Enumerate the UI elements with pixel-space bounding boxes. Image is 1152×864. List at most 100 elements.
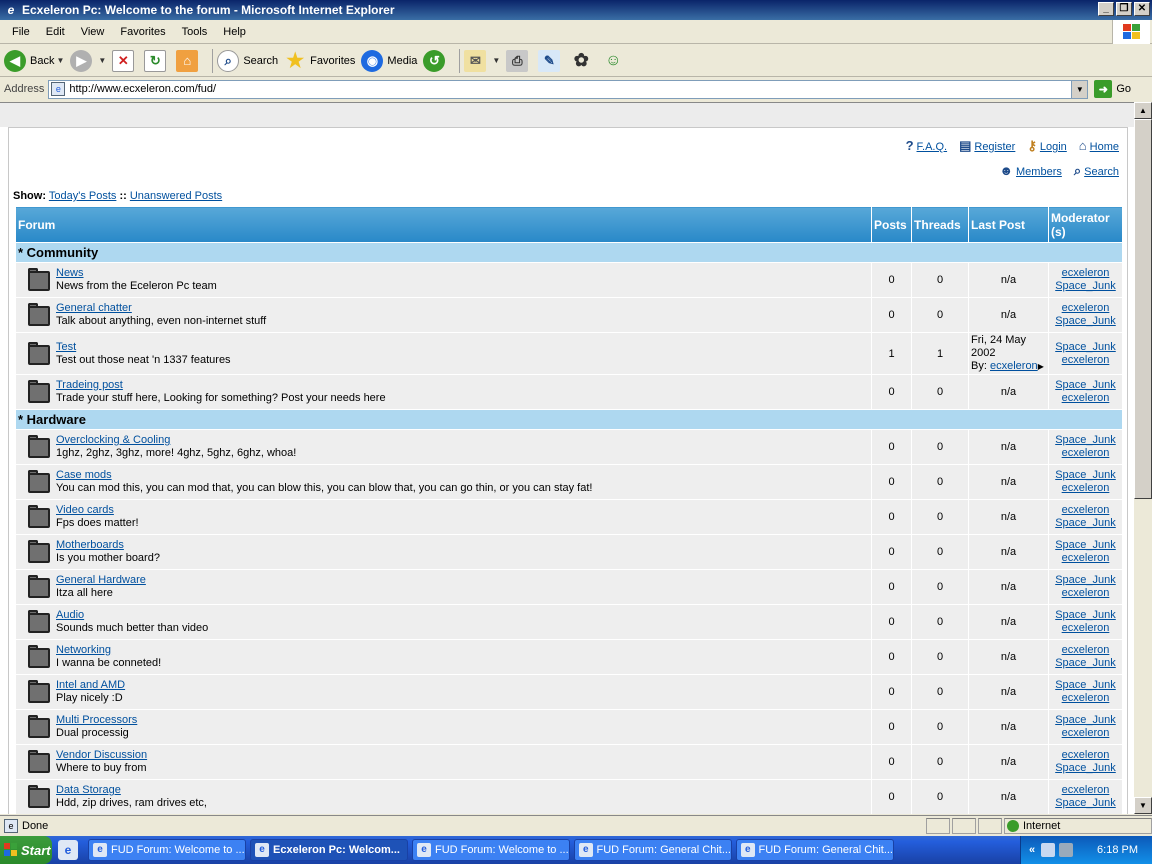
last-post-user-link[interactable]: ecxeleron xyxy=(990,360,1038,372)
moderator-link[interactable]: Space_Junk xyxy=(1055,714,1116,726)
stop-button[interactable]: ✕ xyxy=(112,49,138,72)
search-link[interactable]: Search xyxy=(1084,166,1119,178)
network-icon[interactable] xyxy=(1041,843,1056,857)
forum-title-link[interactable]: Audio xyxy=(56,609,84,621)
moderator-link[interactable]: Space_Junk xyxy=(1055,539,1116,551)
maximize-button[interactable]: ❐ xyxy=(1116,2,1132,16)
moderator-link[interactable]: ecxeleron xyxy=(1062,622,1110,634)
forum-title-link[interactable]: Intel and AMD xyxy=(56,679,125,691)
menu-view[interactable]: View xyxy=(73,26,113,38)
forum-title-link[interactable]: Case mods xyxy=(56,469,112,481)
history-button[interactable]: ↺ xyxy=(423,49,449,72)
favorites-button[interactable]: ★ Favorites xyxy=(284,50,355,72)
moderator-link[interactable]: Space_Junk xyxy=(1055,341,1116,353)
scroll-down-icon[interactable]: ▼ xyxy=(1134,797,1152,814)
home-link[interactable]: Home xyxy=(1090,141,1119,153)
menu-file[interactable]: File xyxy=(4,26,38,38)
task-fud-general-2[interactable]: e FUD Forum: General Chit... xyxy=(736,839,894,861)
quicklaunch-ie-icon[interactable]: e xyxy=(58,840,78,860)
moderator-link[interactable]: Space_Junk xyxy=(1055,762,1116,774)
moderator-link[interactable]: Space_Junk xyxy=(1055,469,1116,481)
forum-title-link[interactable]: Overclocking & Cooling xyxy=(56,434,170,446)
moderator-link[interactable]: Space_Junk xyxy=(1055,609,1116,621)
moderator-link[interactable]: ecxeleron xyxy=(1062,784,1110,796)
menu-tools[interactable]: Tools xyxy=(174,26,216,38)
media-button[interactable]: ◉ Media xyxy=(361,49,417,72)
chevron-down-icon[interactable]: ▼ xyxy=(98,56,106,65)
volume-icon[interactable] xyxy=(1059,843,1074,857)
vertical-scrollbar[interactable]: ▲ ▼ xyxy=(1134,102,1152,814)
moderator-link[interactable]: ecxeleron xyxy=(1062,354,1110,366)
forum-title-link[interactable]: Data Storage xyxy=(56,784,121,796)
unanswered-posts-link[interactable]: Unanswered Posts xyxy=(130,190,222,202)
forum-title-link[interactable]: Motherboards xyxy=(56,539,124,551)
moderator-link[interactable]: Space_Junk xyxy=(1055,315,1116,327)
forum-title-link[interactable]: Multi Processors xyxy=(56,714,137,726)
forum-cell: Vendor Discussion Where to buy from xyxy=(14,744,873,780)
chevron-down-icon[interactable]: ▼ xyxy=(492,56,500,65)
members-link[interactable]: Members xyxy=(1016,166,1062,178)
task-fud-general-1[interactable]: e FUD Forum: General Chit... xyxy=(574,839,732,861)
mail-button[interactable]: ✉ ▼ xyxy=(464,49,500,72)
moderator-link[interactable]: ecxeleron xyxy=(1062,552,1110,564)
discuss-button[interactable]: ✿ xyxy=(570,50,596,72)
go-to-post-icon[interactable]: ▶ xyxy=(1038,362,1044,371)
moderator-link[interactable]: Space_Junk xyxy=(1055,517,1116,529)
moderator-link[interactable]: ecxeleron xyxy=(1062,302,1110,314)
menu-favorites[interactable]: Favorites xyxy=(112,26,173,38)
moderator-link[interactable]: Space_Junk xyxy=(1055,280,1116,292)
moderator-link[interactable]: ecxeleron xyxy=(1062,392,1110,404)
moderator-link[interactable]: ecxeleron xyxy=(1062,749,1110,761)
close-button[interactable]: ✕ xyxy=(1134,2,1150,16)
forum-title-link[interactable]: Vendor Discussion xyxy=(56,749,147,761)
forum-title-link[interactable]: Video cards xyxy=(56,504,114,516)
edit-button[interactable]: ✎ xyxy=(538,49,564,72)
moderator-link[interactable]: ecxeleron xyxy=(1062,482,1110,494)
register-link[interactable]: Register xyxy=(974,141,1015,153)
messenger-button[interactable]: ☺ xyxy=(602,50,628,72)
refresh-button[interactable]: ↻ xyxy=(144,49,170,72)
moderator-link[interactable]: Space_Junk xyxy=(1055,379,1116,391)
moderator-link[interactable]: ecxeleron xyxy=(1062,504,1110,516)
moderator-link[interactable]: ecxeleron xyxy=(1062,692,1110,704)
forum-title-link[interactable]: General Hardware xyxy=(56,574,146,586)
moderator-link[interactable]: ecxeleron xyxy=(1062,644,1110,656)
address-input[interactable]: e http://www.ecxeleron.com/fud/ ▼ xyxy=(48,79,1089,99)
address-dropdown-icon[interactable]: ▼ xyxy=(1071,80,1088,98)
tray-expand-icon[interactable]: « xyxy=(1029,844,1035,856)
moderator-link[interactable]: ecxeleron xyxy=(1062,727,1110,739)
task-fud-welcome-2[interactable]: e FUD Forum: Welcome to ... xyxy=(412,839,570,861)
faq-link[interactable]: F.A.Q. xyxy=(917,141,948,153)
forum-title-link[interactable]: General chatter xyxy=(56,302,132,314)
moderator-link[interactable]: Space_Junk xyxy=(1055,679,1116,691)
forward-button[interactable]: ▶ ▼ xyxy=(70,49,106,72)
print-button[interactable]: ⎙ xyxy=(506,49,532,72)
moderator-link[interactable]: ecxeleron xyxy=(1062,587,1110,599)
moderator-link[interactable]: Space_Junk xyxy=(1055,797,1116,809)
task-ecxeleron-active[interactable]: e Ecxeleron Pc: Welcom... xyxy=(250,839,408,861)
forum-title-link[interactable]: Tradeing post xyxy=(56,379,123,391)
login-link[interactable]: Login xyxy=(1040,141,1067,153)
moderator-link[interactable]: Space_Junk xyxy=(1055,434,1116,446)
scroll-thumb[interactable] xyxy=(1134,119,1152,499)
scroll-up-icon[interactable]: ▲ xyxy=(1134,102,1152,119)
home-button[interactable]: ⌂ xyxy=(176,49,202,72)
chevron-down-icon[interactable]: ▼ xyxy=(56,56,64,65)
moderator-link[interactable]: ecxeleron xyxy=(1062,267,1110,279)
menu-edit[interactable]: Edit xyxy=(38,26,73,38)
moderator-link[interactable]: ecxeleron xyxy=(1062,447,1110,459)
forum-title-link[interactable]: News xyxy=(56,267,84,279)
moderator-link[interactable]: Space_Junk xyxy=(1055,657,1116,669)
forum-title-link[interactable]: Networking xyxy=(56,644,111,656)
start-button[interactable]: Start xyxy=(0,836,52,864)
task-fud-welcome-1[interactable]: e FUD Forum: Welcome to ... xyxy=(88,839,246,861)
menu-help[interactable]: Help xyxy=(215,26,254,38)
minimize-button[interactable]: _ xyxy=(1098,2,1114,16)
go-button[interactable]: ➜ Go xyxy=(1094,80,1131,98)
back-button[interactable]: ◀ Back ▼ xyxy=(4,49,64,72)
moderator-link[interactable]: Space_Junk xyxy=(1055,574,1116,586)
todays-posts-link[interactable]: Today's Posts xyxy=(49,190,117,202)
forum-title-link[interactable]: Test xyxy=(56,341,76,353)
forum-description: Play nicely :D xyxy=(56,692,123,704)
search-button[interactable]: ⌕ Search xyxy=(217,49,278,72)
